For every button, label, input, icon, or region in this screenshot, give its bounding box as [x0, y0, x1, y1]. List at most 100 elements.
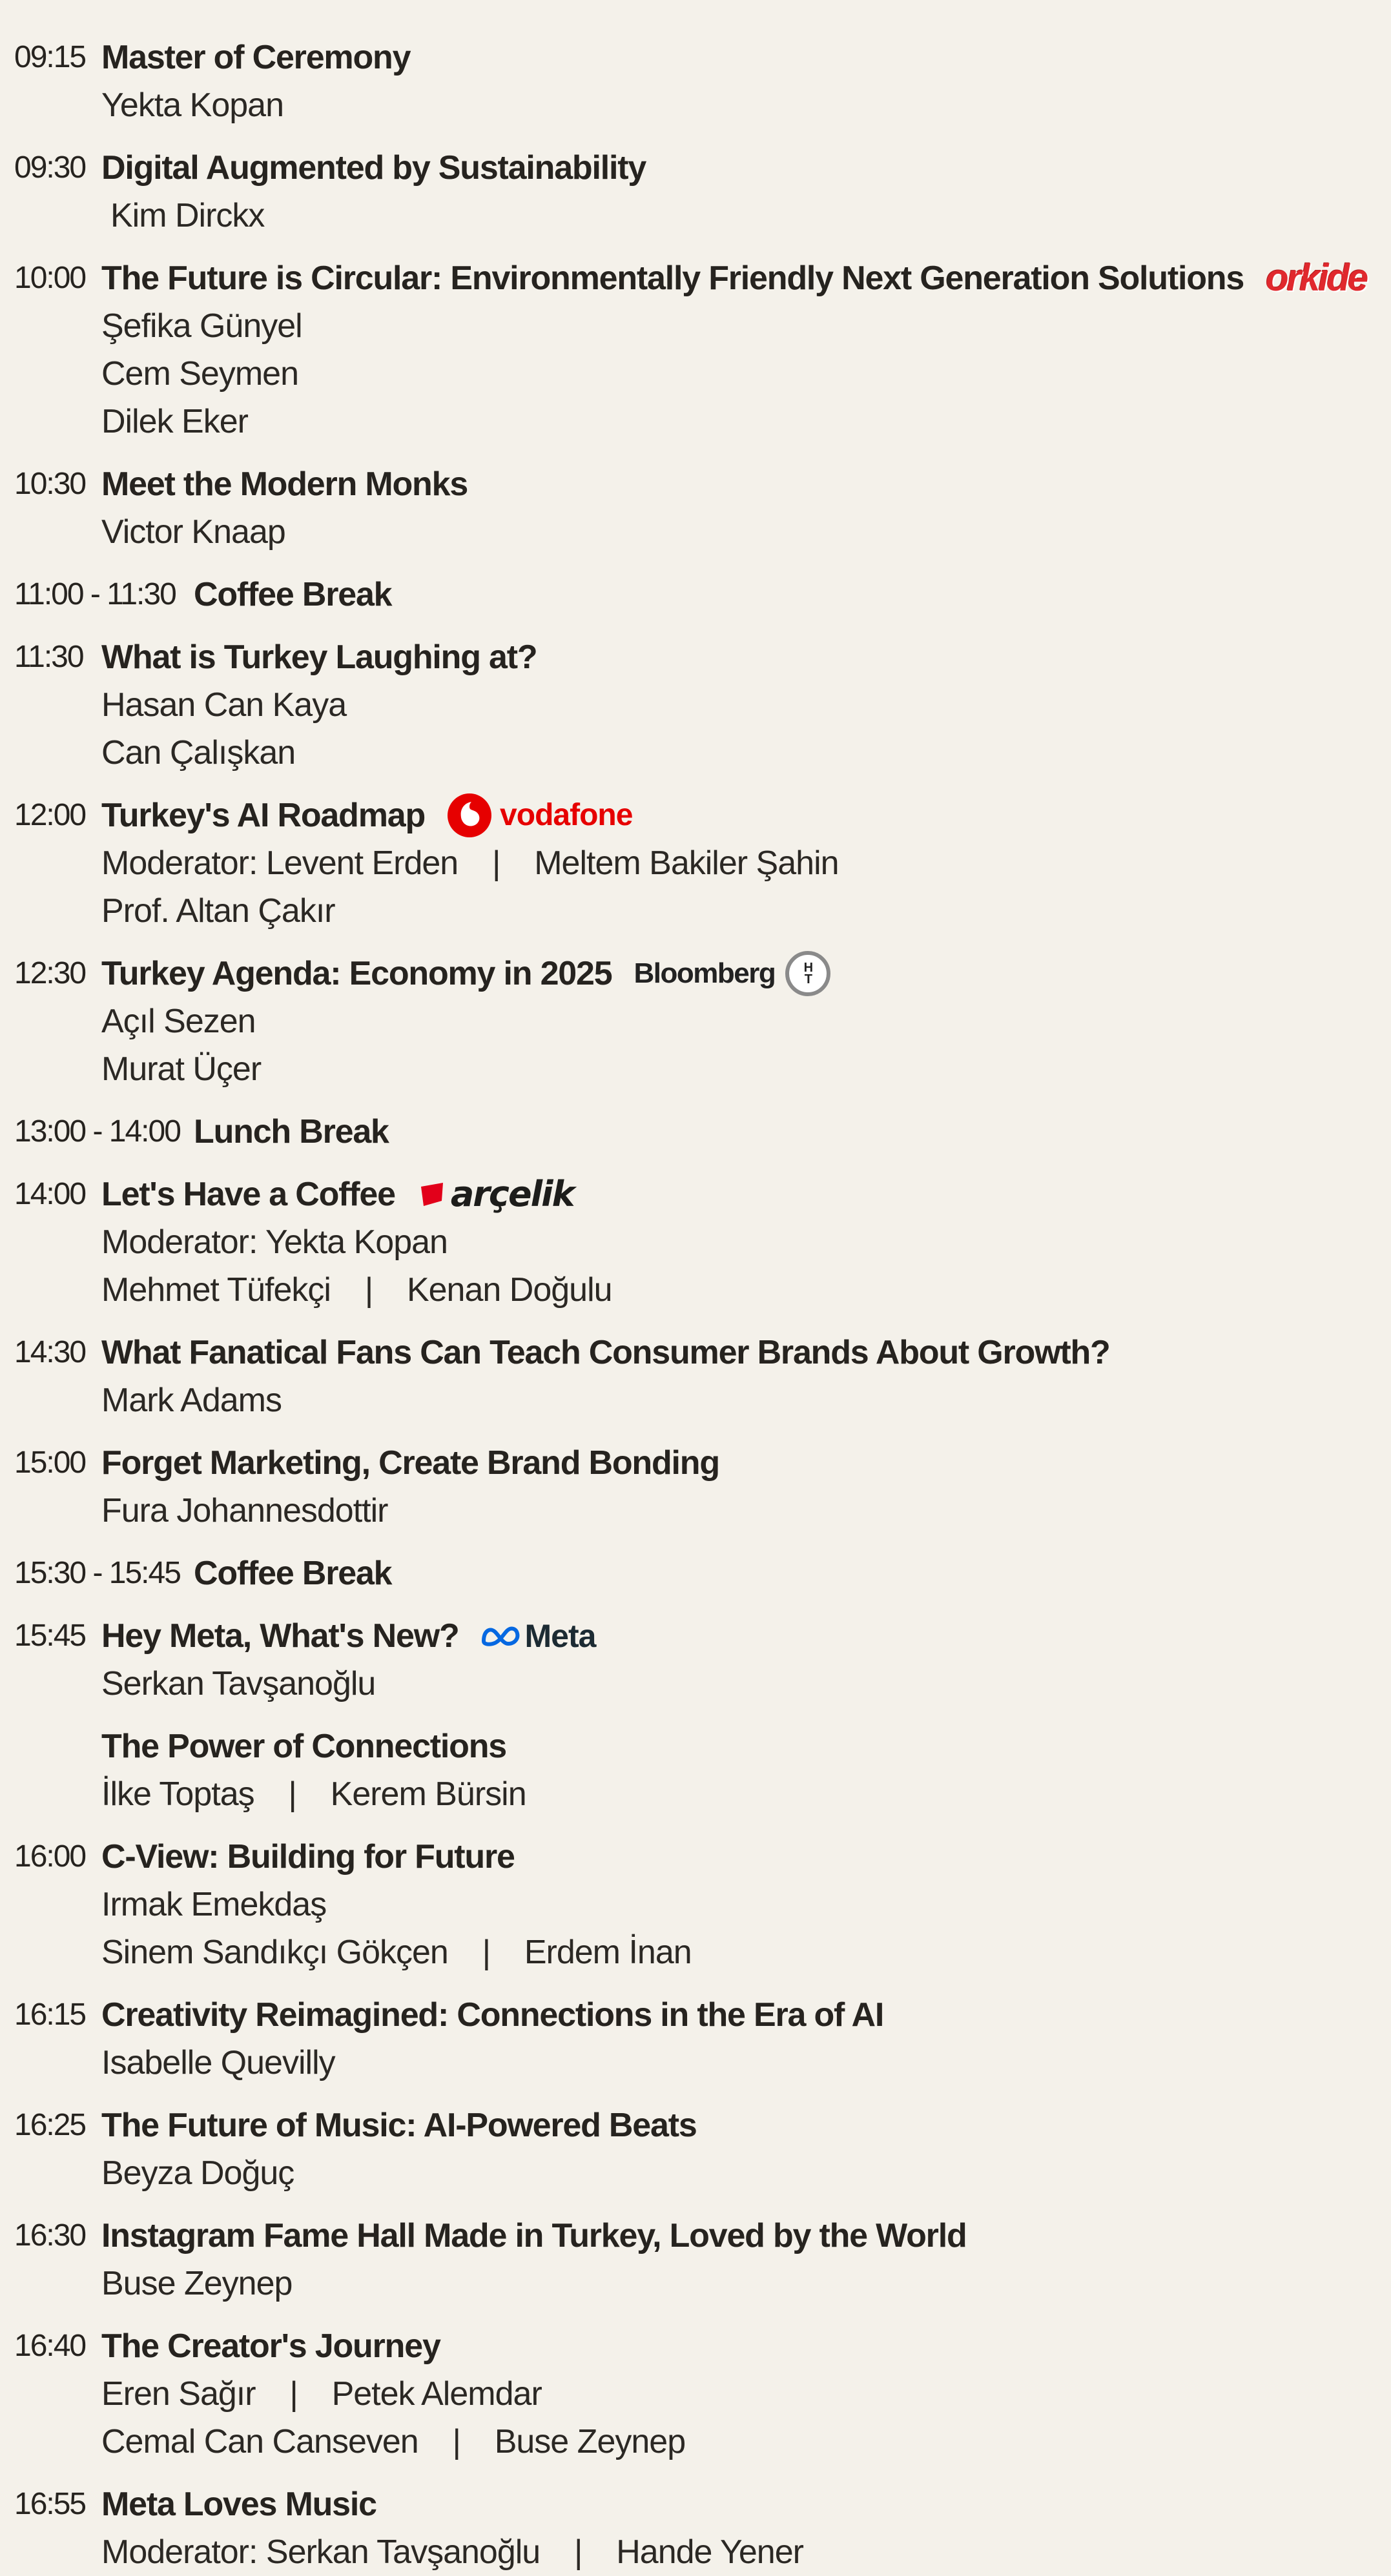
session-time: 12:30: [14, 956, 87, 990]
speaker: Eren Sağır: [101, 2375, 256, 2413]
session-time: 16:15: [14, 1998, 87, 2032]
speaker: Kerem Bürsin: [330, 1775, 527, 1813]
session-row: 10:30 Meet the Modern Monks Victor Knaap: [0, 460, 1391, 556]
session-row: 14:00 Let's Have a Coffee arçelik Modera…: [0, 1170, 1391, 1314]
session-time: 16:25: [14, 2108, 87, 2142]
session-row: 11:30 What is Turkey Laughing at? Hasan …: [0, 633, 1391, 777]
speaker-line: Moderator: Serkan Tavşanoğlu | Hande Yener: [101, 2528, 1391, 2576]
session-time: 10:30: [14, 467, 87, 501]
separator: |: [573, 2533, 583, 2571]
speaker: Cemal Can Canseven: [101, 2423, 419, 2460]
session-time: 15:00: [14, 1446, 87, 1480]
session-row: 09:30 Digital Augmented by Sustainabilit…: [0, 144, 1391, 240]
speaker: Yekta Kopan: [101, 87, 284, 124]
speaker-line: Sinem Sandıkçı Gökçen | Erdem İnan: [101, 1928, 1391, 1976]
meta-logo: Meta: [481, 1612, 596, 1660]
speaker: Prof. Altan Çakır: [101, 892, 336, 930]
speaker: Sinem Sandıkçı Gökçen: [101, 1934, 449, 1971]
session-title: Creativity Reimagined: Connections in th…: [101, 1996, 884, 2034]
session-title-line: The Future is Circular: Environmentally …: [101, 254, 1391, 302]
break-time: 11:00 - 11:30: [14, 577, 177, 611]
vodafone-logo: vodafone: [447, 792, 633, 839]
session-time: 11:30: [14, 640, 85, 674]
session-time: 16:30: [14, 2218, 87, 2253]
break-row: 11:00 - 11:30 Coffee Break: [0, 571, 1391, 618]
speaker: Murat Üçer: [101, 1050, 262, 1088]
session-time: 09:30: [14, 150, 87, 185]
session-title-line: Hey Meta, What's New? Meta: [101, 1612, 1391, 1660]
arcelik-logo: arçelik: [417, 1170, 575, 1218]
break-title: Lunch Break: [194, 1113, 389, 1150]
session-row: 12:00 Turkey's AI Roadmap vodafone Moder…: [0, 792, 1391, 935]
speaker: Mehmet Tüfekçi: [101, 1271, 331, 1309]
break-row: 13:00 - 14:00 Lunch Break: [0, 1108, 1391, 1156]
session-row: 15:00 Forget Marketing, Create Brand Bon…: [0, 1439, 1391, 1535]
speaker: Fura Johannesdottir: [101, 1492, 389, 1529]
speaker: Şefika Günyel: [101, 307, 303, 345]
session-title: Digital Augmented by Sustainability: [101, 149, 646, 187]
agenda: 09:15 Master of Ceremony Yekta Kopan 09:…: [0, 0, 1391, 2576]
break-time: 15:30 - 15:45: [14, 1556, 181, 1590]
session-title: C-View: Building for Future: [101, 1838, 515, 1876]
bloomberg-ht-logo: Bloomberg H T: [634, 950, 831, 997]
speaker: Cem Seymen: [101, 355, 299, 393]
speaker: Victor Knaap: [101, 513, 286, 551]
speaker: Irmak Emekdaş: [101, 1886, 327, 1923]
session-row: 16:00 C-View: Building for Future Irmak …: [0, 1833, 1391, 1976]
speaker-line: Moderator: Levent Erden | Meltem Bakiler Ş…: [101, 839, 1391, 887]
session-row: 16:40 The Creator's Journey Eren Sağır | P…: [0, 2322, 1391, 2466]
break-time: 13:00 - 14:00: [14, 1114, 181, 1149]
speaker: Moderator: Serkan Tavşanoğlu: [101, 2533, 541, 2571]
speaker: Mark Adams: [101, 1382, 282, 1419]
session-title: The Future of Music: AI-Powered Beats: [101, 2107, 697, 2144]
speaker: Hasan Can Kaya: [101, 686, 347, 724]
vodafone-wordmark: vodafone: [500, 798, 633, 832]
break-title: Coffee Break: [194, 1555, 393, 1592]
session-title: Let's Have a Coffee: [101, 1176, 396, 1213]
speaker: Beyza Doğuç: [101, 2154, 294, 2192]
break-row: 15:30 - 15:45 Coffee Break: [0, 1549, 1391, 1597]
session-title: Instagram Fame Hall Made in Turkey, Love…: [101, 2217, 967, 2254]
bloomberg-wordmark: Bloomberg: [634, 957, 776, 989]
speaker-line: Cemal Can Canseven | Buse Zeynep: [101, 2418, 1391, 2466]
speaker: Buse Zeynep: [494, 2423, 686, 2460]
speaker: Serkan Tavşanoğlu: [101, 1665, 376, 1702]
session-row: 16:30 Instagram Fame Hall Made in Turkey…: [0, 2212, 1391, 2307]
speaker: Dilek Eker: [101, 403, 249, 440]
session-row: 12:30 Turkey Agenda: Economy in 2025 Blo…: [0, 950, 1391, 1093]
speaker: Buse Zeynep: [101, 2265, 293, 2302]
speaker: Erdem İnan: [524, 1934, 692, 1971]
session-time: 12:00: [14, 798, 87, 832]
break-title: Coffee Break: [194, 576, 393, 613]
speaker-line: Mehmet Tüfekçi | Kenan Doğulu: [101, 1266, 1391, 1314]
session-row: The Power of Connections İlke Toptaş | Ker…: [0, 1722, 1391, 1818]
speaker: Açıl Sezen: [101, 1003, 256, 1040]
meta-infinity-icon: [481, 1626, 519, 1646]
speaker: Kenan Doğulu: [406, 1271, 613, 1309]
session-row: 16:55 Meta Loves Music Moderator: Serkan…: [0, 2480, 1391, 2576]
session-row: 16:25 The Future of Music: AI-Powered Be…: [0, 2101, 1391, 2197]
arcelik-wordmark: arçelik: [450, 1174, 575, 1214]
ht-badge-icon: H T: [785, 951, 831, 996]
speaker-line: Eren Sağır | Petek Alemdar: [101, 2370, 1391, 2418]
speaker: Moderator: Yekta Kopan: [101, 1223, 448, 1261]
arcelik-mark-icon: [420, 1183, 443, 1206]
session-title: Turkey Agenda: Economy in 2025: [101, 955, 613, 992]
speaker: Kim Dirckx: [110, 197, 265, 234]
session-row: 16:15 Creativity Reimagined: Connections…: [0, 1991, 1391, 2087]
session-title: Hey Meta, What's New?: [101, 1617, 460, 1655]
session-time: 16:55: [14, 2487, 87, 2521]
session-title: Meta Loves Music: [101, 2486, 377, 2523]
session-title-line: Turkey's AI Roadmap vodafone: [101, 792, 1391, 839]
session-time: 15:45: [14, 1619, 87, 1653]
meta-wordmark: Meta: [524, 1618, 597, 1654]
session-row: 14:30 What Fanatical Fans Can Teach Cons…: [0, 1329, 1391, 1424]
session-title: Master of Ceremony: [101, 39, 411, 76]
session-time: 14:00: [14, 1177, 87, 1211]
session-time: 16:40: [14, 2329, 87, 2363]
separator: |: [364, 1271, 374, 1309]
session-title: The Future is Circular: Environmentally …: [101, 260, 1244, 297]
session-title: The Creator's Journey: [101, 2327, 441, 2365]
speaker: Can Çalışkan: [101, 734, 296, 772]
speaker: Hande Yener: [616, 2533, 804, 2571]
